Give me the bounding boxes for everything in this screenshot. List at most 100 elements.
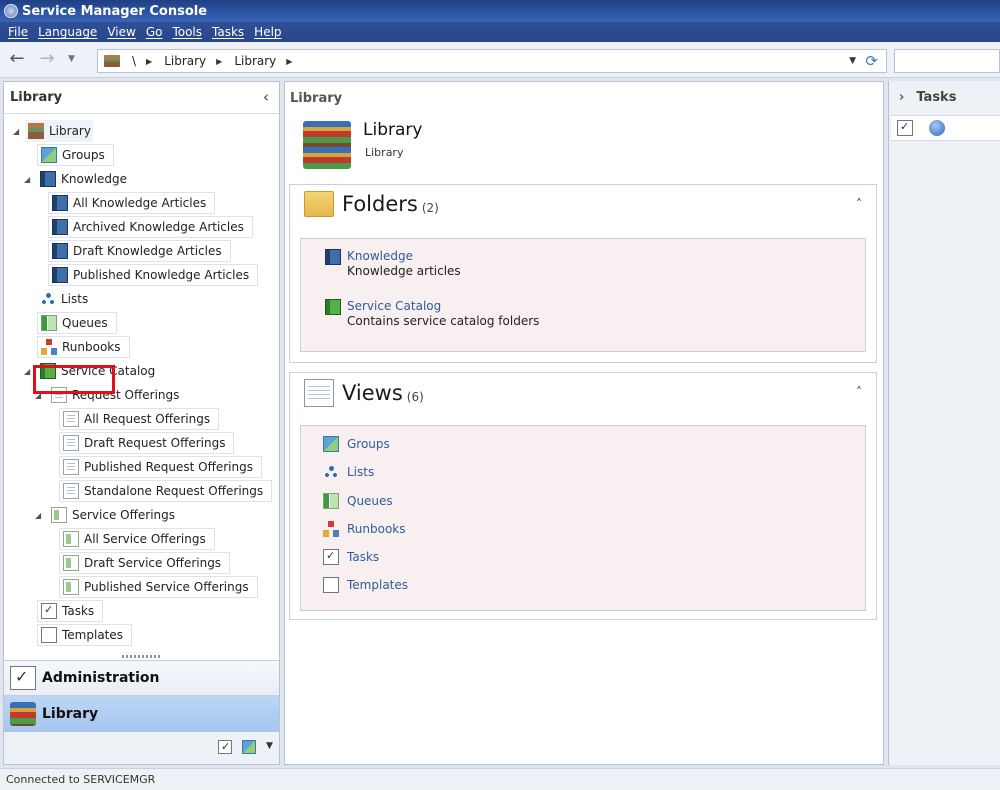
views-list: Groups Lists Queues Runbooks Tasks Templ…: [300, 425, 866, 611]
folders-section: Folders (2) ˄ Knowledge Knowledge articl…: [289, 184, 877, 363]
tree-library[interactable]: Library: [25, 120, 93, 142]
views-title: Views: [342, 381, 403, 405]
queues-icon: [323, 493, 339, 509]
knowledge-book-icon: [40, 171, 56, 187]
tree-queues[interactable]: Queues: [37, 312, 117, 334]
tree-standalone-request-offerings[interactable]: Standalone Request Offerings: [59, 480, 273, 502]
breadcrumb-library-current[interactable]: Library: [234, 54, 276, 68]
menu-file[interactable]: File: [4, 25, 34, 39]
folder-item-service-catalog[interactable]: Service Catalog Contains service catalog…: [323, 299, 539, 328]
more-workspaces-icon[interactable]: ▼: [266, 741, 273, 751]
tree-groups[interactable]: Groups: [37, 144, 114, 166]
tree-all-request-offerings[interactable]: All Request Offerings: [59, 408, 220, 430]
tree-draft-request-offerings[interactable]: Draft Request Offerings: [59, 432, 235, 454]
tree-knowledge[interactable]: Knowledge: [37, 168, 129, 190]
connection-status: Connected to SERVICEMGR: [6, 773, 156, 786]
tree-draft-service-offerings[interactable]: Draft Service Offerings: [59, 552, 231, 574]
collapse-folders-icon[interactable]: ˄: [856, 197, 862, 211]
tasks-icon: [323, 549, 339, 565]
lists-icon: [323, 464, 339, 480]
view-item-tasks[interactable]: Tasks: [323, 549, 379, 565]
workspace-administration-label: Administration: [42, 670, 160, 686]
view-item-templates[interactable]: Templates: [323, 577, 408, 593]
collapse-views-icon[interactable]: ˄: [856, 385, 862, 399]
published-service-offering-icon: [63, 579, 79, 595]
views-section: Views (6) ˄ Groups Lists Queues Runbooks: [289, 372, 877, 620]
tree-templates[interactable]: Templates: [37, 624, 133, 646]
menu-tasks[interactable]: Tasks: [208, 25, 250, 39]
folder-icon: [304, 191, 334, 217]
tasks-tab-icon[interactable]: [897, 120, 913, 136]
collapse-pane-icon[interactable]: ‹: [263, 88, 269, 106]
tree-published-service-offerings[interactable]: Published Service Offerings: [59, 576, 258, 598]
breadcrumb-library[interactable]: Library: [164, 54, 206, 68]
service-catalog-book-icon: [325, 299, 341, 315]
expand-library-icon[interactable]: ◢: [13, 127, 19, 136]
expand-service-catalog-icon[interactable]: ◢: [24, 367, 30, 376]
folders-count: (2): [421, 200, 439, 215]
menu-language[interactable]: Language: [34, 25, 103, 39]
view-item-queues[interactable]: Queues: [323, 493, 393, 509]
menu-tools[interactable]: Tools: [168, 25, 208, 39]
tree-tasks[interactable]: Tasks: [37, 600, 104, 622]
tree-draft-knowledge-articles[interactable]: Draft Knowledge Articles: [48, 240, 231, 262]
tree-service-offerings[interactable]: Service Offerings: [48, 504, 177, 526]
content-header: Library: [290, 91, 343, 106]
workitems-icon[interactable]: [218, 740, 232, 754]
folder-link[interactable]: Service Catalog: [323, 299, 539, 313]
search-input[interactable]: [894, 49, 1000, 73]
back-arrow-icon[interactable]: ←: [6, 50, 28, 70]
view-item-runbooks[interactable]: Runbooks: [323, 521, 406, 537]
tree-all-knowledge-articles[interactable]: All Knowledge Articles: [48, 192, 216, 214]
window-title: Service Manager Console: [22, 3, 208, 19]
pane-splitter-grip[interactable]: [122, 655, 162, 658]
groups-icon: [323, 436, 339, 452]
groups-icon: [41, 147, 57, 163]
configitems-icon[interactable]: [242, 740, 256, 754]
expand-tasks-icon[interactable]: ›: [899, 90, 904, 105]
view-item-lists[interactable]: Lists: [323, 464, 374, 480]
workspace-library-button[interactable]: Library: [4, 696, 279, 732]
expand-knowledge-icon[interactable]: ◢: [24, 175, 30, 184]
views-section-header: Views (6): [304, 379, 424, 407]
help-icon[interactable]: [929, 120, 945, 136]
lists-icon: [40, 291, 56, 307]
workspace-administration-button[interactable]: Administration: [4, 660, 279, 696]
address-dropdown-icon[interactable]: ▼: [849, 56, 856, 66]
folder-link[interactable]: Knowledge: [323, 249, 461, 263]
address-bar[interactable]: \ ▶ Library ▶ Library ▶ ▼ ⟳: [97, 49, 887, 73]
tree-archived-knowledge-articles[interactable]: Archived Knowledge Articles: [48, 216, 253, 238]
view-item-groups[interactable]: Groups: [323, 436, 390, 452]
menu-help[interactable]: Help: [250, 25, 287, 39]
library-icon: [104, 55, 120, 67]
breadcrumb-separator-icon[interactable]: ▶: [146, 57, 152, 66]
tree-runbooks[interactable]: Runbooks: [37, 336, 130, 358]
standalone-request-offering-icon: [63, 483, 79, 499]
forward-arrow-icon[interactable]: →: [36, 50, 58, 70]
tasks-pane-header[interactable]: › Tasks: [889, 81, 1000, 113]
folder-item-knowledge[interactable]: Knowledge Knowledge articles: [323, 249, 461, 278]
expand-service-offerings-icon[interactable]: ◢: [35, 511, 41, 520]
history-dropdown-icon[interactable]: ▼: [68, 54, 75, 64]
content-subtitle: Library: [365, 146, 404, 159]
tree-published-knowledge-articles[interactable]: Published Knowledge Articles: [48, 264, 259, 286]
menu-go[interactable]: Go: [142, 25, 169, 39]
queues-icon: [41, 315, 57, 331]
templates-icon: [323, 577, 339, 593]
folders-section-header: Folders (2): [304, 191, 439, 217]
tree-all-service-offerings[interactable]: All Service Offerings: [59, 528, 215, 550]
tree-lists[interactable]: Lists: [37, 288, 90, 310]
workspace-footer: ▼: [4, 732, 279, 764]
app-icon: [4, 4, 18, 18]
tree-published-request-offerings[interactable]: Published Request Offerings: [59, 456, 262, 478]
views-icon: [304, 379, 334, 407]
refresh-icon[interactable]: ⟳: [865, 52, 878, 70]
breadcrumb-separator-icon[interactable]: ▶: [286, 57, 292, 66]
service-offering-icon: [63, 531, 79, 547]
menu-view[interactable]: View: [103, 25, 141, 39]
breadcrumb-separator-icon[interactable]: ▶: [216, 57, 222, 66]
breadcrumb-root[interactable]: \: [132, 54, 136, 68]
lists-highlight-box: [33, 365, 115, 394]
tasks-pane: › Tasks: [888, 81, 1000, 765]
knowledge-book-icon: [325, 249, 341, 265]
